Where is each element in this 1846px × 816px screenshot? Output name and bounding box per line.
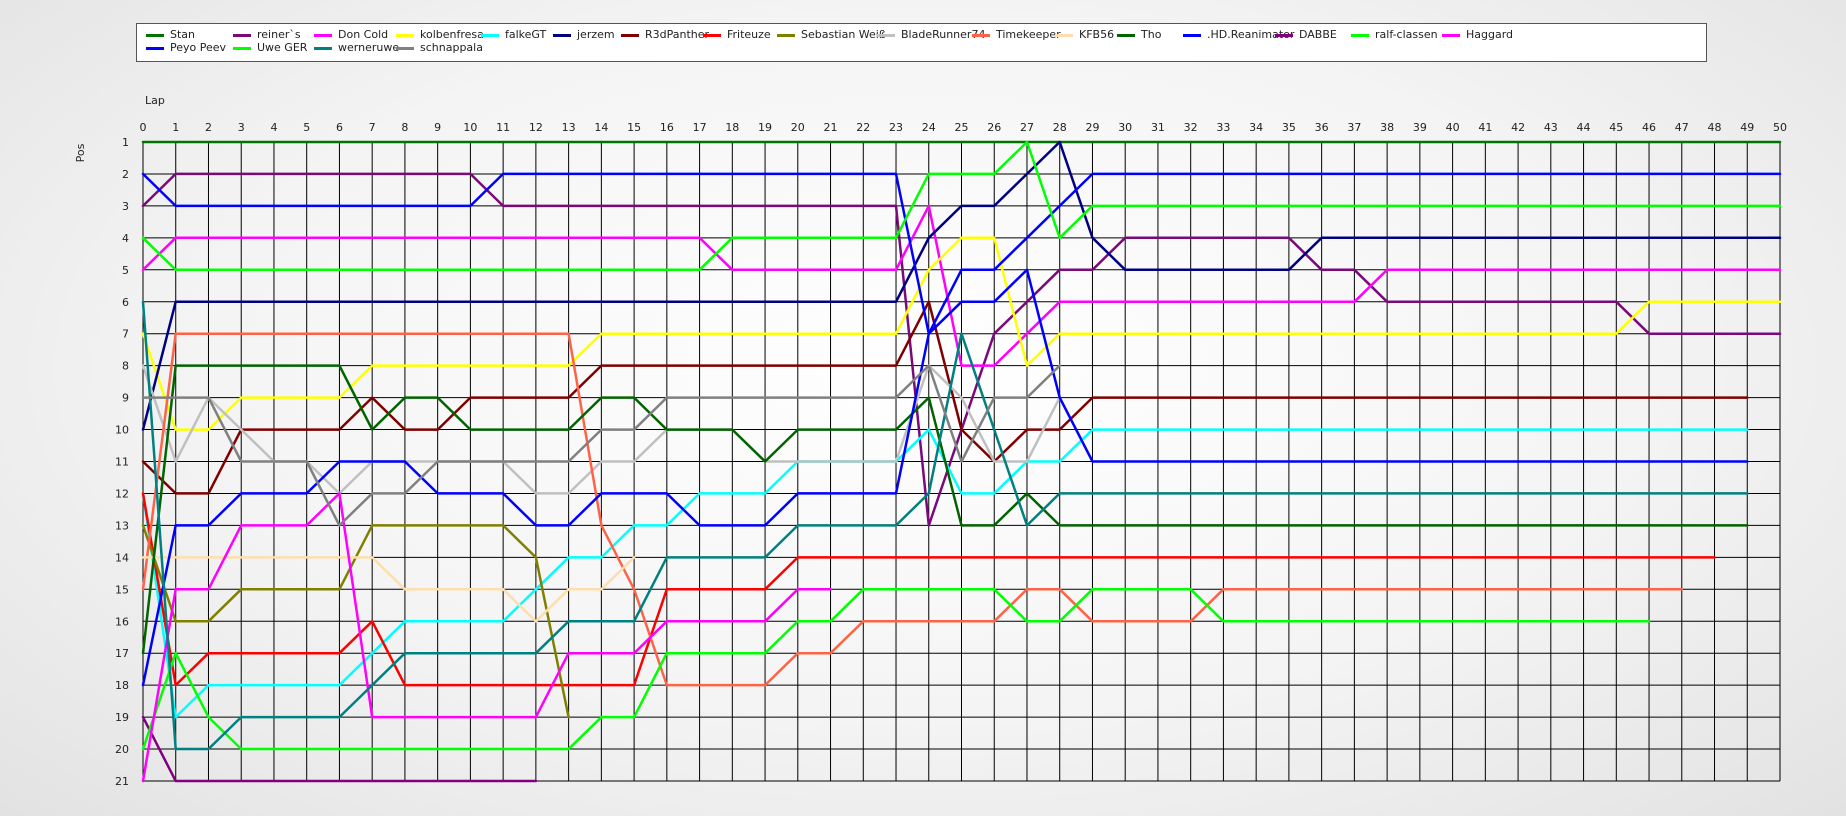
- y-tick-label: 11: [115, 456, 129, 469]
- x-tick-label: 10: [463, 121, 477, 134]
- y-tick-label: 6: [122, 296, 129, 309]
- y-tick-label: 20: [115, 743, 129, 756]
- x-tick-label: 36: [1315, 121, 1329, 134]
- y-tick-label: 5: [122, 264, 129, 277]
- y-tick-label: 14: [115, 551, 129, 564]
- x-tick-label: 11: [496, 121, 510, 134]
- y-tick-label: 16: [115, 615, 129, 628]
- y-tick-label: 9: [122, 392, 129, 405]
- position-chart: Lap Pos 0 1 2 3 4 5 6 7 8 9 10 11 12 13 14 15 16 17 18 19 20…: [74, 94, 1787, 788]
- x-tick-label: 34: [1249, 121, 1263, 134]
- x-tick-label: 26: [987, 121, 1001, 134]
- x-tick-label: 12: [529, 121, 543, 134]
- x-tick-label: 24: [922, 121, 936, 134]
- x-tick-label: 20: [791, 121, 805, 134]
- x-tick-label: 15: [627, 121, 641, 134]
- y-tick-label: 21: [115, 775, 129, 788]
- y-tick-label: 13: [115, 519, 129, 532]
- x-tick-label: 9: [434, 121, 441, 134]
- x-tick-label: 49: [1740, 121, 1754, 134]
- x-tick-label: 25: [955, 121, 969, 134]
- x-tick-label: 50: [1773, 121, 1787, 134]
- x-tick-label: 2: [205, 121, 212, 134]
- x-tick-label: 28: [1053, 121, 1067, 134]
- x-tick-label: 0: [140, 121, 147, 134]
- y-axis-title: Pos: [74, 143, 87, 162]
- y-tick-label: 8: [122, 360, 129, 373]
- y-tick-label: 15: [115, 583, 129, 596]
- x-tick-label: 5: [303, 121, 310, 134]
- x-tick-label: 42: [1511, 121, 1525, 134]
- y-tick-label: 19: [115, 711, 129, 724]
- x-tick-label: 8: [401, 121, 408, 134]
- y-tick-label: 4: [122, 232, 129, 245]
- x-tick-label: 30: [1118, 121, 1132, 134]
- x-tick-label: 29: [1085, 121, 1099, 134]
- x-tick-label: 13: [562, 121, 576, 134]
- y-tick-label: 1: [122, 136, 129, 149]
- series-line-haggard: [141, 492, 832, 783]
- y-tick-label: 7: [122, 328, 129, 341]
- x-tick-label: 22: [856, 121, 870, 134]
- x-tick-label: 41: [1478, 121, 1492, 134]
- x-tick-label: 46: [1642, 121, 1656, 134]
- x-tick-label: 32: [1184, 121, 1198, 134]
- x-tick-label: 48: [1708, 121, 1722, 134]
- x-tick-label: 3: [238, 121, 245, 134]
- y-tick-label: 2: [122, 168, 129, 181]
- y-tick-label: 12: [115, 487, 129, 500]
- tick-labels: 0 1 2 3 4 5 6 7 8 9 10 11 12 13 14 15 16 17 18 19 20 21 22 23 24…: [115, 121, 1787, 788]
- x-tick-label: 35: [1282, 121, 1296, 134]
- x-tick-label: 21: [824, 121, 838, 134]
- x-tick-label: 16: [660, 121, 674, 134]
- x-axis-title: Lap: [145, 94, 165, 107]
- x-tick-label: 43: [1544, 121, 1558, 134]
- x-tick-label: 39: [1413, 121, 1427, 134]
- x-tick-label: 37: [1347, 121, 1361, 134]
- x-tick-label: 1: [172, 121, 179, 134]
- x-tick-label: 45: [1609, 121, 1623, 134]
- x-tick-label: 6: [336, 121, 343, 134]
- x-tick-label: 31: [1151, 121, 1165, 134]
- x-tick-label: 47: [1675, 121, 1689, 134]
- x-tick-label: 7: [369, 121, 376, 134]
- x-tick-label: 17: [693, 121, 707, 134]
- x-tick-label: 44: [1577, 121, 1591, 134]
- x-tick-label: 23: [889, 121, 903, 134]
- x-tick-label: 40: [1446, 121, 1460, 134]
- x-tick-label: 4: [270, 121, 277, 134]
- x-tick-label: 33: [1216, 121, 1230, 134]
- y-tick-label: 10: [115, 424, 129, 437]
- x-tick-label: 18: [725, 121, 739, 134]
- y-tick-label: 3: [122, 200, 129, 213]
- x-tick-label: 19: [758, 121, 772, 134]
- x-tick-label: 27: [1020, 121, 1034, 134]
- y-tick-label: 18: [115, 679, 129, 692]
- y-tick-label: 17: [115, 647, 129, 660]
- x-tick-label: 14: [594, 121, 608, 134]
- x-tick-label: 38: [1380, 121, 1394, 134]
